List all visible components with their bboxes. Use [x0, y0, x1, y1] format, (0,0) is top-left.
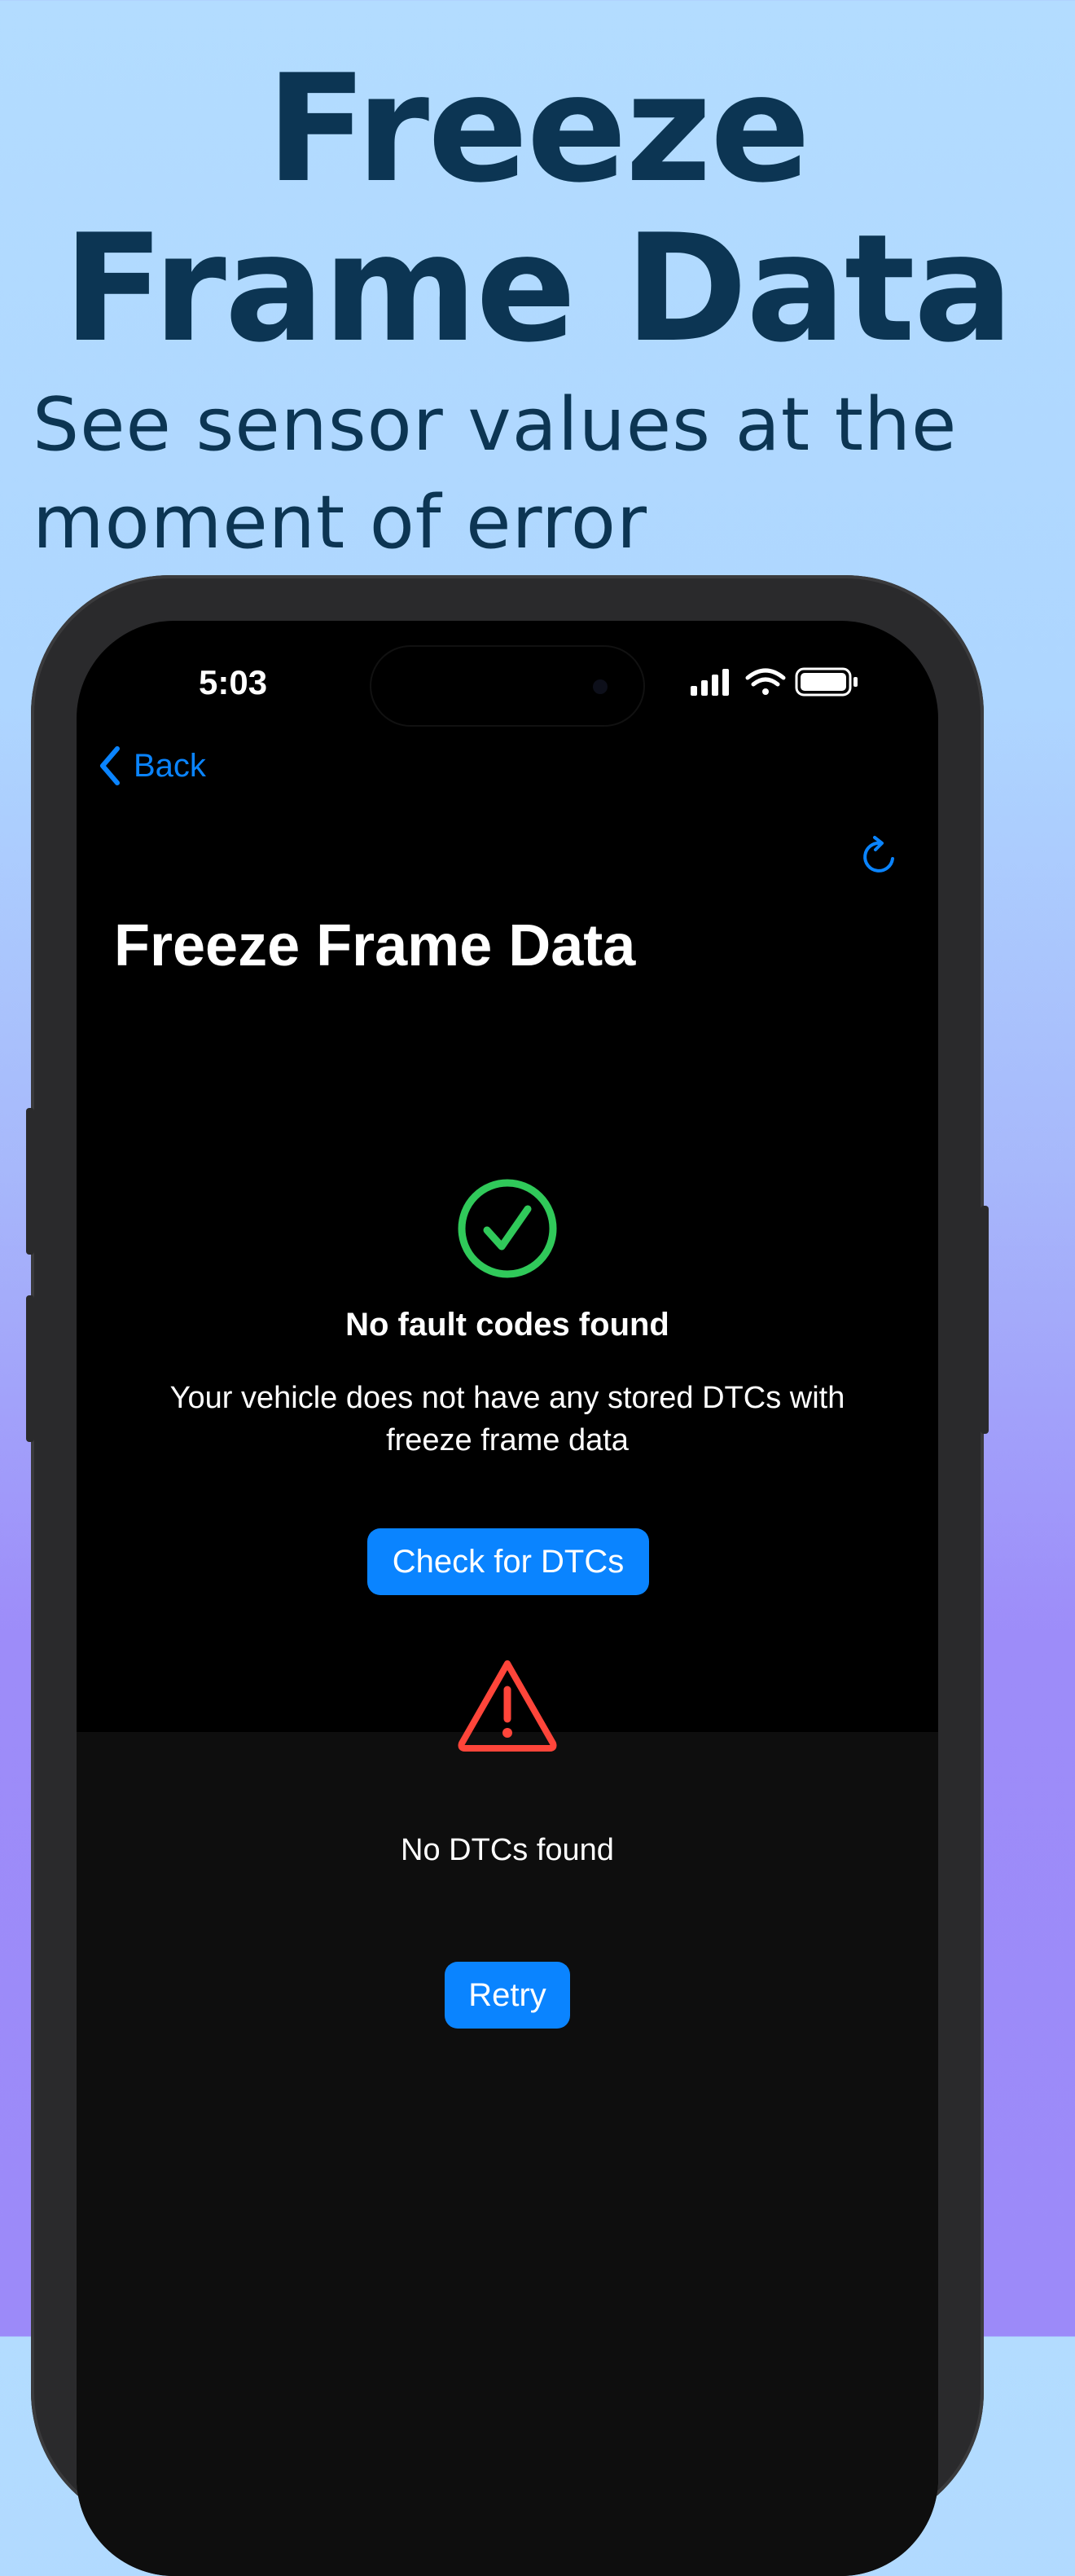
- chevron-left-icon: [100, 746, 120, 785]
- retry-button[interactable]: Retry: [445, 1962, 570, 2029]
- check-for-dtcs-button[interactable]: Check for DTCs: [367, 1528, 649, 1595]
- warning-triangle-icon: [458, 1660, 557, 1752]
- dynamic-island: [371, 647, 643, 725]
- success-message: Your vehicle does not have any stored DT…: [169, 1381, 845, 1457]
- phone-side-button-left-1: [26, 1108, 34, 1255]
- battery-icon: [795, 667, 858, 697]
- promo-headline-line2: Frame Data: [63, 202, 1013, 375]
- phone-frame: 5:03 Back Freeze Frame Data No fault cod…: [31, 575, 984, 2576]
- back-button[interactable]: Back: [98, 741, 206, 790]
- refresh-icon[interactable]: [857, 834, 902, 880]
- camera-icon: [593, 679, 608, 694]
- back-button-label: Back: [134, 747, 206, 784]
- wifi-icon: [745, 668, 786, 695]
- phone-screen: 5:03 Back Freeze Frame Data No fault cod…: [77, 621, 938, 2576]
- cellular-signal-icon: [691, 669, 729, 696]
- promo-headline-line1: Freeze: [265, 42, 811, 215]
- checkmark-circle-icon: [458, 1179, 557, 1278]
- promo-headline: Freeze Frame Data: [0, 49, 1075, 368]
- success-title: No fault codes found: [345, 1307, 669, 1343]
- status-time: 5:03: [199, 663, 268, 701]
- phone-side-button-left-2: [26, 1295, 34, 1442]
- status-icons: [691, 667, 858, 697]
- promo-subheadline: See sensor values at the moment of error: [33, 382, 958, 565]
- page-title: Freeze Frame Data: [114, 913, 636, 978]
- error-title: No DTCs found: [401, 1833, 614, 1867]
- phone-side-button-right: [981, 1206, 989, 1434]
